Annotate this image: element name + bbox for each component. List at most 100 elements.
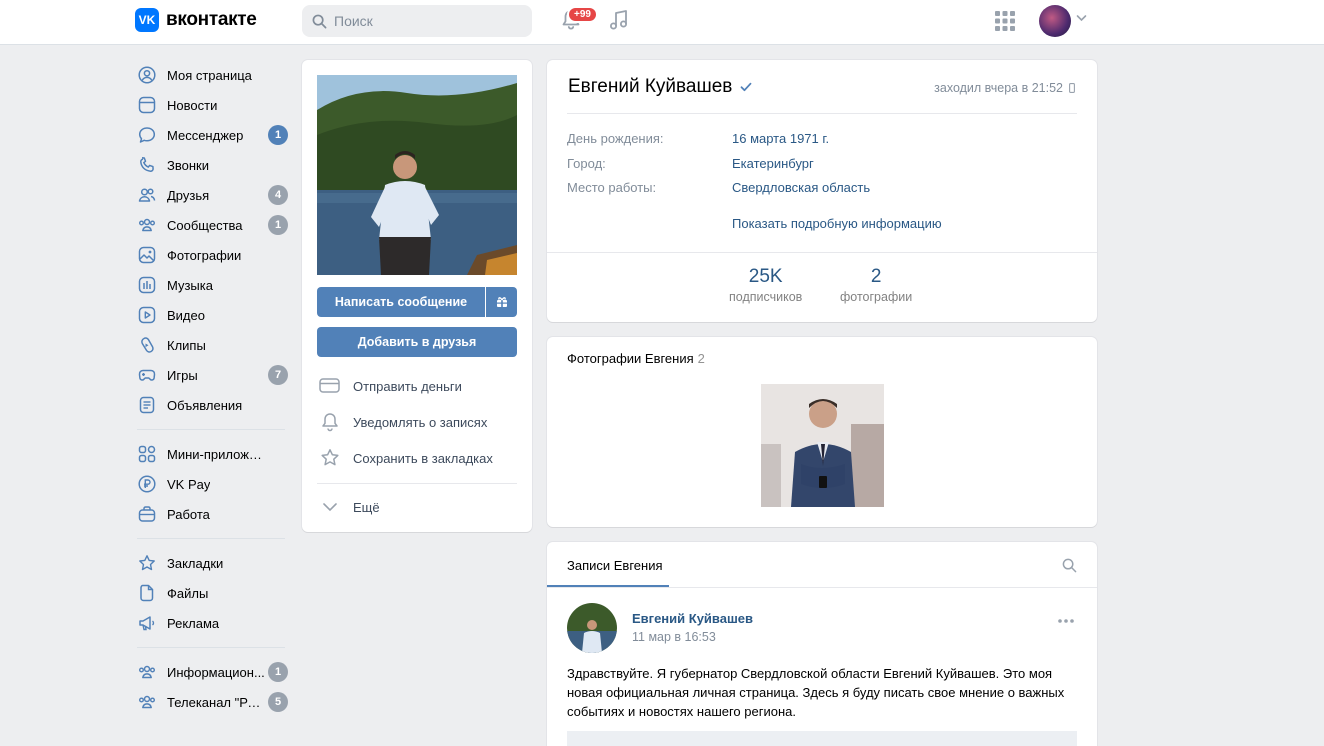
sidebar-item-label: Фотографии (167, 247, 242, 263)
group-icon (137, 692, 157, 712)
post-author-name[interactable]: Евгений Куйвашев (632, 611, 753, 626)
sidebar-item-group-info[interactable]: Информацион... 1 (135, 657, 290, 687)
video-icon (137, 305, 157, 325)
last-seen-text: заходил вчера в 21:52 (934, 81, 1063, 95)
send-money-label: Отправить деньги (353, 378, 462, 394)
photos-title-text: Фотографии Евгения (567, 351, 694, 366)
add-friend-button[interactable]: Добавить в друзья (317, 327, 517, 357)
star-icon (321, 449, 339, 466)
sidebar-item-label: Друзья (167, 187, 210, 203)
search-icon[interactable] (1062, 558, 1077, 573)
sidebar-item-ads[interactable]: Объявления (135, 390, 290, 420)
sidebar-item-clips[interactable]: Клипы (135, 330, 290, 360)
stats-divider (547, 252, 1097, 253)
sidebar-item-calls[interactable]: Звонки (135, 150, 290, 180)
sidebar-item-label: Моя страница (167, 67, 252, 83)
notify-posts-action[interactable]: Уведомлять о записях (319, 410, 487, 434)
logo-text: вконтакте (166, 9, 257, 30)
count-badge: 7 (268, 365, 288, 385)
sidebar-item-advertising[interactable]: Реклама (135, 608, 290, 638)
sidebar-item-bookmarks[interactable]: Закладки (135, 548, 290, 578)
profile-photo[interactable] (317, 75, 517, 275)
sidebar-item-group-tv[interactable]: Телеканал "Ре... 5 (135, 687, 290, 717)
vk-logo[interactable]: VK вконтакте (135, 8, 257, 32)
apps-grid-icon[interactable] (995, 11, 1015, 31)
write-message-button[interactable]: Написать сообщение (317, 287, 485, 317)
user-avatar[interactable] (1039, 5, 1071, 37)
communities-icon (137, 215, 157, 235)
sidebar-item-communities[interactable]: Сообщества 1 (135, 210, 290, 240)
sidebar-item-vk-pay[interactable]: VK Pay (135, 469, 290, 499)
search-box[interactable] (302, 5, 532, 37)
more-actions[interactable]: Ещё (319, 495, 380, 519)
work-value[interactable]: Свердловская область (732, 180, 870, 195)
sidebar-item-label: Новости (167, 97, 218, 113)
show-details-link[interactable]: Показать подробную информацию (732, 216, 942, 231)
sidebar-item-jobs[interactable]: Работа (135, 499, 290, 529)
sidebar-item-games[interactable]: Игры 7 (135, 360, 290, 390)
sidebar-divider (137, 538, 285, 539)
phone-icon (137, 155, 157, 175)
tab-posts[interactable]: Записи Евгения (567, 558, 663, 573)
star-icon (137, 553, 157, 573)
sidebar-item-video[interactable]: Видео (135, 300, 290, 330)
followers-stat[interactable]: 25K подписчиков (729, 266, 802, 304)
sidebar-item-mini-apps[interactable]: Мини-приложения (135, 439, 290, 469)
photos-title[interactable]: Фотографии Евгения 2 (567, 351, 705, 366)
photos-count: 2 (870, 266, 882, 287)
sidebar-item-my-page[interactable]: Моя страница (135, 60, 290, 90)
birthday-value[interactable]: 16 марта 1971 г. (732, 131, 829, 146)
mobile-icon (1069, 83, 1075, 93)
bookmark-label: Сохранить в закладках (353, 450, 493, 466)
more-options-icon[interactable] (1057, 618, 1075, 624)
chevron-down-icon (323, 503, 337, 512)
chevron-down-icon[interactable] (1076, 14, 1087, 22)
sidebar-item-music[interactable]: Музыка (135, 270, 290, 300)
top-bar: VK вконтакте +99 (0, 0, 1324, 45)
friends-icon (137, 185, 157, 205)
sidebar-item-photos[interactable]: Фотографии (135, 240, 290, 270)
sidebar-item-messenger[interactable]: Мессенджер 1 (135, 120, 290, 150)
sidebar-item-label: Файлы (167, 585, 209, 601)
send-money-action[interactable]: Отправить деньги (319, 374, 462, 398)
count-badge: 1 (268, 125, 288, 145)
music-icon[interactable] (609, 9, 629, 31)
count-badge: 4 (268, 185, 288, 205)
sidebar-item-friends[interactable]: Друзья 4 (135, 180, 290, 210)
sidebar-item-news[interactable]: Новости (135, 90, 290, 120)
post-author-avatar[interactable] (567, 603, 617, 653)
photo-thumbnail[interactable] (761, 384, 884, 507)
megaphone-icon (137, 613, 157, 633)
message-icon (137, 125, 157, 145)
wall-card: Записи Евгения Евгений Куйвашев 11 мар в… (547, 542, 1097, 746)
search-input[interactable] (334, 13, 514, 29)
sidebar-item-label: Информацион... (167, 664, 265, 680)
sidebar-item-label: Видео (167, 307, 205, 323)
gift-button[interactable] (486, 287, 517, 317)
sidebar-item-label: Реклама (167, 615, 220, 631)
last-seen: заходил вчера в 21:52 (934, 81, 1075, 95)
photo-icon (137, 245, 157, 265)
sidebar-item-label: Клипы (167, 337, 206, 353)
sidebar-item-label: Игры (167, 367, 198, 383)
profile-name-block: Евгений Куйвашев (568, 76, 752, 98)
money-card-icon (319, 378, 340, 393)
post-date[interactable]: 11 мар в 16:53 (632, 630, 716, 644)
notifications-badge: +99 (567, 6, 598, 23)
photos-stat[interactable]: 2 фотографии (840, 266, 912, 304)
actions-divider (317, 483, 517, 484)
photos-caption: фотографии (840, 290, 913, 304)
sidebar-item-label: Сообщества (167, 217, 243, 233)
music-icon (137, 275, 157, 295)
sidebar-item-files[interactable]: Файлы (135, 578, 290, 608)
city-value[interactable]: Екатеринбург (732, 156, 814, 171)
verified-icon[interactable] (740, 82, 752, 92)
followers-caption: подписчиков (729, 290, 803, 304)
count-badge: 5 (268, 692, 288, 712)
city-label: Город: (567, 156, 606, 171)
count-badge: 1 (268, 662, 288, 682)
save-bookmark-action[interactable]: Сохранить в закладках (319, 446, 493, 470)
post-image[interactable] (567, 731, 1077, 746)
gamepad-icon (137, 365, 157, 385)
photos-title-count: 2 (697, 351, 705, 366)
